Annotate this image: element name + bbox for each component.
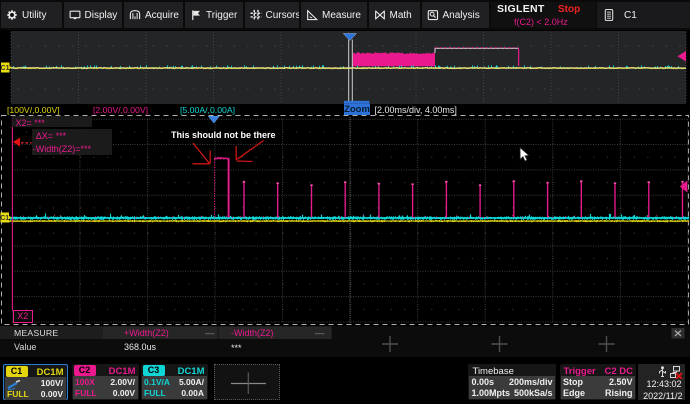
svg-text:C1: C1 xyxy=(0,215,9,222)
